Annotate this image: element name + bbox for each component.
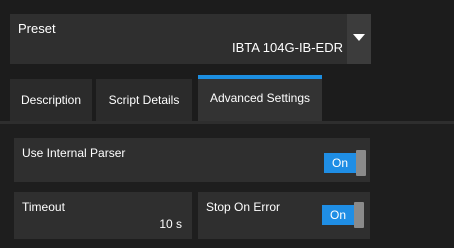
caret-down-icon [353,34,365,41]
tab-advanced-settings[interactable]: Advanced Settings [198,75,322,121]
use-internal-parser-label: Use Internal Parser [22,146,126,160]
preset-dropdown-button[interactable] [347,14,371,64]
tab-description-label: Description [20,93,82,107]
use-internal-parser-toggle[interactable]: On [324,150,368,176]
toggle-knob [354,202,364,228]
tab-description[interactable]: Description [10,79,92,121]
toggle-knob [356,150,366,176]
stop-on-error-panel: Stop On Error On [198,192,370,239]
stop-on-error-toggle[interactable]: On [322,202,366,228]
stop-on-error-label: Stop On Error [206,200,281,214]
tab-script-details[interactable]: Script Details [96,79,192,121]
timeout-label: Timeout [22,200,65,214]
preset-label: Preset [18,21,56,36]
timeout-value: 10 s [159,217,182,231]
preset-value: IBTA 104G-IB-EDR [231,40,343,55]
toggle-on-label: On [324,153,356,173]
timeout-field[interactable]: Timeout 10 s [14,192,192,239]
tab-script-details-label: Script Details [108,93,180,107]
toggle-on-label: On [322,205,354,225]
use-internal-parser-panel: Use Internal Parser On [14,138,370,182]
preset-selector[interactable]: Preset IBTA 104G-IB-EDR [10,14,371,64]
divider [0,121,454,124]
tab-advanced-settings-label: Advanced Settings [209,91,311,105]
